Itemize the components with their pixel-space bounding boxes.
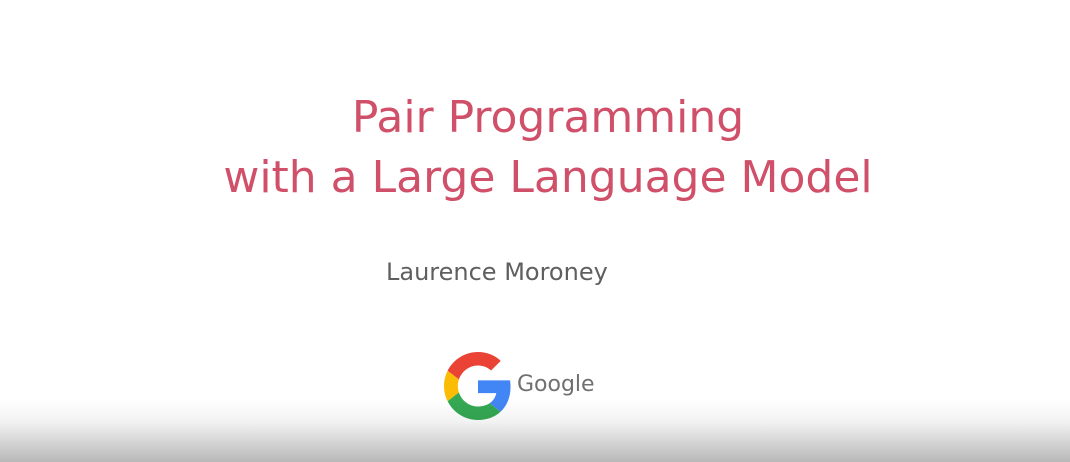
video-slide: Pair Programming with a Large Language M…	[0, 0, 1070, 462]
title-line-1: Pair Programming	[351, 92, 745, 143]
google-logo-text: Google	[517, 372, 595, 397]
google-g-icon	[444, 352, 511, 420]
slide-title: Pair Programming with a Large Language M…	[0, 88, 1070, 208]
google-logo: Google	[444, 352, 604, 420]
presenter-name: Laurence Moroney	[386, 258, 608, 286]
title-line-2: with a Large Language Model	[223, 152, 873, 203]
